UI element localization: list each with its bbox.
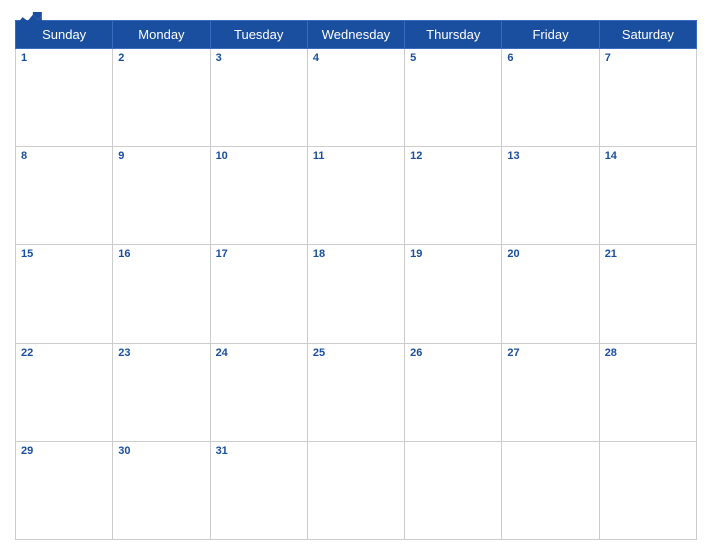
calendar-day: 29 xyxy=(16,441,113,539)
calendar-day: 19 xyxy=(405,245,502,343)
calendar-day: 8 xyxy=(16,147,113,245)
date-number: 4 xyxy=(313,52,399,64)
date-number: 11 xyxy=(313,150,399,162)
calendar-header xyxy=(15,10,697,14)
calendar-day: 3 xyxy=(210,49,307,147)
calendar-day: 31 xyxy=(210,441,307,539)
calendar-day: 2 xyxy=(113,49,210,147)
logo-icon xyxy=(15,12,43,30)
header-tuesday: Tuesday xyxy=(210,21,307,49)
date-number: 14 xyxy=(605,150,691,162)
date-number: 24 xyxy=(216,347,302,359)
date-number: 7 xyxy=(605,52,691,64)
calendar-day: 16 xyxy=(113,245,210,343)
date-number: 20 xyxy=(507,248,593,260)
calendar-day: 25 xyxy=(307,343,404,441)
calendar-day: 22 xyxy=(16,343,113,441)
calendar-day: 15 xyxy=(16,245,113,343)
date-number: 13 xyxy=(507,150,593,162)
header-thursday: Thursday xyxy=(405,21,502,49)
calendar-day: 6 xyxy=(502,49,599,147)
calendar-table: Sunday Monday Tuesday Wednesday Thursday… xyxy=(15,20,697,540)
date-number: 3 xyxy=(216,52,302,64)
date-number: 1 xyxy=(21,52,107,64)
date-number: 10 xyxy=(216,150,302,162)
date-number: 18 xyxy=(313,248,399,260)
date-number: 8 xyxy=(21,150,107,162)
date-number: 15 xyxy=(21,248,107,260)
date-number: 23 xyxy=(118,347,204,359)
calendar-day: 30 xyxy=(113,441,210,539)
date-number: 12 xyxy=(410,150,496,162)
day-headers-row: Sunday Monday Tuesday Wednesday Thursday… xyxy=(16,21,697,49)
calendar-day: 7 xyxy=(599,49,696,147)
calendar-day: 26 xyxy=(405,343,502,441)
date-number: 16 xyxy=(118,248,204,260)
date-number: 29 xyxy=(21,445,107,457)
calendar-day: 24 xyxy=(210,343,307,441)
date-number: 22 xyxy=(21,347,107,359)
calendar-day xyxy=(599,441,696,539)
date-number: 17 xyxy=(216,248,302,260)
date-number: 27 xyxy=(507,347,593,359)
calendar-day: 28 xyxy=(599,343,696,441)
calendar-day: 23 xyxy=(113,343,210,441)
calendar-day: 4 xyxy=(307,49,404,147)
calendar-day: 18 xyxy=(307,245,404,343)
calendar-day xyxy=(502,441,599,539)
header-wednesday: Wednesday xyxy=(307,21,404,49)
date-number: 31 xyxy=(216,445,302,457)
date-number: 19 xyxy=(410,248,496,260)
calendar-day xyxy=(307,441,404,539)
calendar-day: 17 xyxy=(210,245,307,343)
calendar-day: 1 xyxy=(16,49,113,147)
date-number: 2 xyxy=(118,52,204,64)
week-row-3: 15 16 17 18 19 20 21 xyxy=(16,245,697,343)
week-row-5: 29 30 31 xyxy=(16,441,697,539)
calendar-day: 14 xyxy=(599,147,696,245)
date-number: 9 xyxy=(118,150,204,162)
calendar-day: 10 xyxy=(210,147,307,245)
date-number: 30 xyxy=(118,445,204,457)
header-monday: Monday xyxy=(113,21,210,49)
date-number: 28 xyxy=(605,347,691,359)
week-row-1: 1234567 xyxy=(16,49,697,147)
calendar-day: 9 xyxy=(113,147,210,245)
date-number: 5 xyxy=(410,52,496,64)
week-row-4: 22 23 24 25 26 27 28 xyxy=(16,343,697,441)
calendar-day: 11 xyxy=(307,147,404,245)
header-saturday: Saturday xyxy=(599,21,696,49)
calendar-day: 20 xyxy=(502,245,599,343)
date-number: 21 xyxy=(605,248,691,260)
header-friday: Friday xyxy=(502,21,599,49)
calendar-day: 13 xyxy=(502,147,599,245)
calendar-day: 27 xyxy=(502,343,599,441)
date-number: 6 xyxy=(507,52,593,64)
date-number: 26 xyxy=(410,347,496,359)
calendar-day: 5 xyxy=(405,49,502,147)
calendar-day: 21 xyxy=(599,245,696,343)
calendar-day xyxy=(405,441,502,539)
calendar-day: 12 xyxy=(405,147,502,245)
date-number: 25 xyxy=(313,347,399,359)
week-row-2: 89 10 11 12 13 14 xyxy=(16,147,697,245)
logo xyxy=(15,12,43,31)
